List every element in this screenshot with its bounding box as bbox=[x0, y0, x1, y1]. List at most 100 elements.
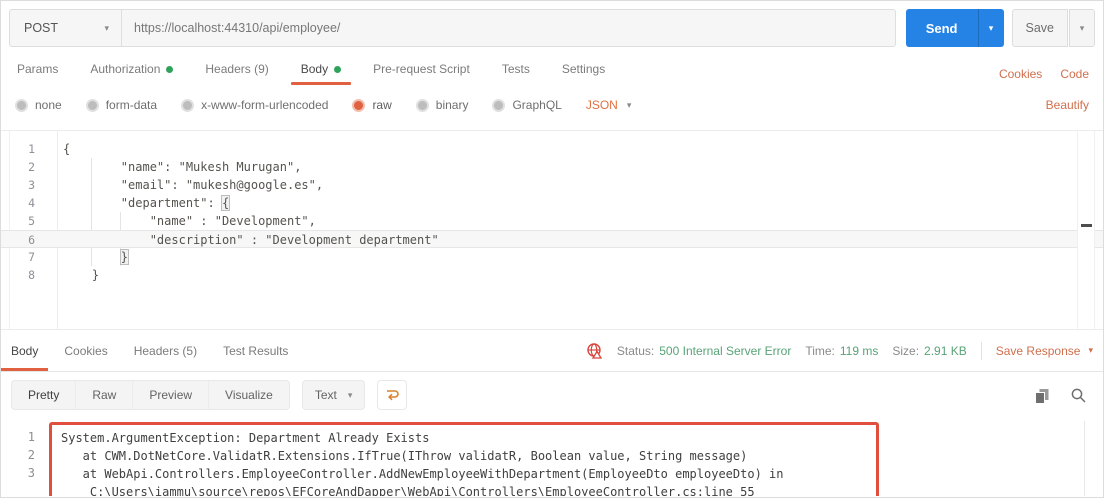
tab-authorization[interactable]: Authorization bbox=[88, 52, 175, 89]
send-button[interactable]: Send bbox=[905, 9, 978, 47]
response-tab-headers[interactable]: Headers (5) bbox=[134, 330, 197, 371]
status-value: 500 Internal Server Error bbox=[659, 343, 792, 358]
radio-icon bbox=[85, 98, 99, 112]
matched-bracket: { bbox=[220, 195, 231, 211]
view-visualize[interactable]: Visualize bbox=[209, 381, 289, 409]
code-text: "description" : "Development department" bbox=[63, 233, 439, 247]
line-number: 4 bbox=[28, 196, 35, 210]
copy-icon[interactable] bbox=[1033, 387, 1050, 404]
request-tabs: Params Authorization Headers (9) Body Pr… bbox=[1, 47, 1103, 89]
radio-icon bbox=[492, 98, 506, 112]
line-number: 3 bbox=[28, 178, 35, 192]
time-badge: Time: 119 ms bbox=[805, 344, 878, 358]
editor-scrollbar[interactable] bbox=[1077, 131, 1095, 329]
save-options-button[interactable]: ▾ bbox=[1069, 9, 1095, 47]
tab-body[interactable]: Body bbox=[290, 52, 352, 89]
radio-label: raw bbox=[372, 98, 392, 112]
tab-pre-request-script[interactable]: Pre-request Script bbox=[371, 52, 472, 89]
request-body-editor[interactable]: 1 { 2 "name": "Mukesh Murugan", 3 "email"… bbox=[1, 130, 1103, 330]
save-response-button[interactable]: Save Response ▾ bbox=[996, 344, 1093, 358]
line-number: 3 bbox=[27, 466, 35, 480]
tab-label: Cookies bbox=[64, 343, 108, 358]
view-pretty[interactable]: Pretty bbox=[12, 381, 77, 409]
matched-bracket: } bbox=[119, 249, 130, 265]
response-meta: Status: 500 Internal Server Error Time: 11… bbox=[586, 341, 1093, 360]
tab-label: Headers (5) bbox=[133, 343, 198, 358]
view-preview[interactable]: Preview bbox=[133, 381, 210, 409]
response-text-line: at WebApi.Controllers.EmployeeController… bbox=[61, 467, 784, 481]
segment-label: Preview bbox=[149, 388, 193, 402]
code-text: } bbox=[49, 248, 130, 266]
caret-down-icon: ▾ bbox=[1088, 345, 1093, 355]
code-text: "name": "Mukesh Murugan", bbox=[63, 160, 302, 174]
language-select[interactable]: JSON ▾ bbox=[586, 98, 632, 112]
tab-headers[interactable]: Headers (9) bbox=[203, 52, 270, 89]
segment-label: Visualize bbox=[225, 388, 273, 402]
tab-label: Settings bbox=[561, 62, 606, 76]
code-text: { bbox=[63, 142, 71, 156]
response-tab-cookies[interactable]: Cookies bbox=[64, 330, 107, 371]
radio-label: none bbox=[35, 98, 62, 112]
view-mode-segment: Pretty Raw Preview Visualize bbox=[11, 380, 290, 410]
status-badge: Status: 500 Internal Server Error bbox=[617, 344, 791, 358]
response-tab-body[interactable]: Body bbox=[1, 330, 49, 371]
response-tab-test-results[interactable]: Test Results bbox=[223, 330, 288, 371]
tab-tests[interactable]: Tests bbox=[500, 52, 532, 89]
body-type-none[interactable]: none bbox=[15, 98, 62, 112]
method-label: POST bbox=[24, 21, 59, 35]
send-label: Send bbox=[925, 20, 958, 36]
send-options-button[interactable]: ▾ bbox=[977, 9, 1004, 47]
body-type-binary[interactable]: binary bbox=[415, 98, 468, 112]
radio-selected-icon bbox=[352, 98, 366, 112]
request-url-bar: POST ▾ Send ▾ Save ▾ bbox=[9, 9, 1095, 47]
status-label: Status: bbox=[616, 343, 655, 358]
green-dot-icon bbox=[334, 65, 342, 73]
url-input[interactable] bbox=[134, 21, 883, 35]
cookies-link[interactable]: Cookies bbox=[999, 67, 1042, 81]
response-text-line: System.ArgumentException: Department Alr… bbox=[61, 431, 430, 445]
line-number: 6 bbox=[28, 233, 35, 247]
body-type-form-data[interactable]: form-data bbox=[85, 98, 158, 112]
body-type-x-www-form-urlencoded[interactable]: x-www-form-urlencoded bbox=[181, 98, 328, 112]
view-raw[interactable]: Raw bbox=[76, 381, 134, 409]
code-text: } bbox=[63, 268, 100, 282]
response-text-line: C:\Users\iammu\source\repos\EFCoreAndDap… bbox=[61, 485, 755, 496]
code-text: "name" : "Development", bbox=[63, 214, 316, 228]
beautify-link[interactable]: Beautify bbox=[1046, 98, 1089, 112]
caret-down-icon: ▾ bbox=[347, 389, 353, 400]
code-text: "email": "mukesh@google.es", bbox=[63, 178, 324, 192]
method-select[interactable]: POST ▾ bbox=[9, 9, 121, 47]
size-label: Size: bbox=[892, 343, 920, 358]
tab-params[interactable]: Params bbox=[15, 52, 60, 89]
response-scrollbar[interactable] bbox=[1084, 421, 1085, 496]
caret-down-icon: ▾ bbox=[1079, 22, 1085, 33]
response-body[interactable]: 1 2 3 System.ArgumentException: Departme… bbox=[1, 418, 1103, 496]
body-type-raw[interactable]: raw bbox=[352, 98, 392, 112]
tab-label: Pre-request Script bbox=[373, 62, 470, 76]
save-button[interactable]: Save bbox=[1011, 9, 1068, 47]
line-number: 1 bbox=[28, 142, 35, 156]
segment-label: Raw bbox=[92, 388, 117, 402]
error-highlight-box: System.ArgumentException: Department Alr… bbox=[49, 422, 879, 496]
wrap-text-button[interactable] bbox=[377, 380, 408, 410]
tab-settings[interactable]: Settings bbox=[560, 52, 607, 89]
response-format-select[interactable]: Text ▾ bbox=[301, 380, 366, 410]
line-number: 1 bbox=[27, 430, 35, 444]
save-response-label: Save Response bbox=[995, 343, 1081, 358]
time-label: Time: bbox=[805, 343, 835, 358]
code-link[interactable]: Code bbox=[1060, 67, 1089, 81]
radio-label: form-data bbox=[105, 98, 158, 112]
search-icon[interactable] bbox=[1070, 387, 1087, 404]
tab-label: Authorization bbox=[90, 62, 161, 76]
response-text-line: at CWM.DotNetCore.ValidatR.Extensions.If… bbox=[61, 449, 748, 463]
format-label: Text bbox=[314, 388, 337, 402]
code-line-active: 6 "description" : "Development departmen… bbox=[1, 230, 1103, 248]
caret-down-icon: ▾ bbox=[626, 99, 632, 110]
segment-label: Pretty bbox=[28, 388, 60, 402]
line-number: 5 bbox=[28, 214, 35, 228]
body-type-graphql[interactable]: GraphQL bbox=[492, 98, 562, 112]
scrollbar-mark bbox=[1081, 224, 1092, 227]
tab-label: Body bbox=[300, 62, 329, 76]
code-line: 3 "email": "mukesh@google.es", bbox=[1, 176, 1103, 194]
code-line: 2 "name": "Mukesh Murugan", bbox=[1, 158, 1103, 176]
